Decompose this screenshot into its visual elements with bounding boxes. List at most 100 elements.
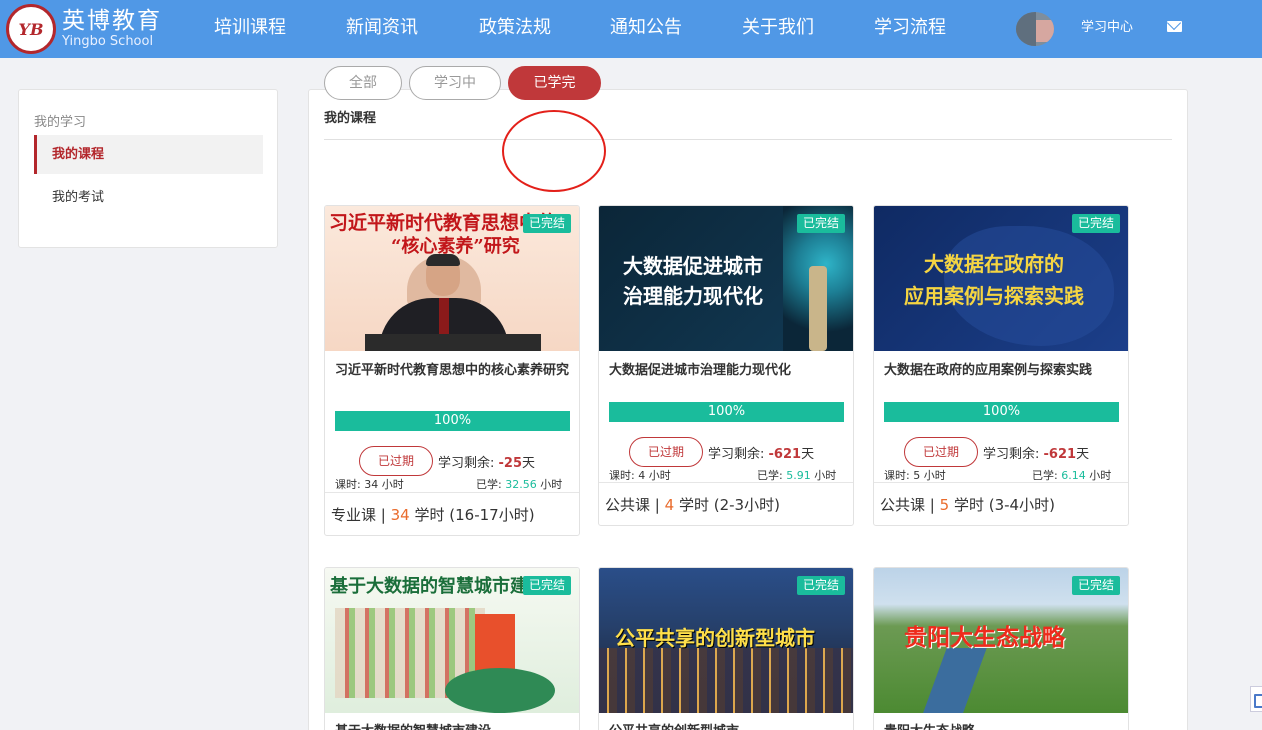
course-thumbnail[interactable]: 习近平新时代教育思想中的 “核心素养”研究 已完结	[325, 206, 579, 351]
tab-completed[interactable]: 已学完	[508, 66, 601, 100]
divider	[324, 139, 1172, 140]
status-badge: 已完结	[1071, 214, 1120, 233]
credit-label: 学时	[953, 496, 984, 514]
thumbnail-text: 大数据在政府的	[924, 252, 1064, 276]
learned-unit: 小时	[540, 478, 563, 491]
course-thumbnail[interactable]: 基于大数据的智慧城市建设 已完结	[325, 568, 579, 713]
thumbnail-text: 治理能力现代化	[623, 284, 763, 308]
course-hours: 课时: 34 小时	[335, 478, 404, 491]
progress-bar: 100%	[884, 402, 1119, 422]
learned-hours: 已学: 6.14 小时	[1032, 467, 1111, 483]
floating-widget-icon[interactable]	[1250, 686, 1262, 712]
status-badge: 已完结	[522, 214, 571, 233]
credit-hours: 34	[390, 506, 410, 524]
thumbnail-text: “核心素养”研究	[391, 236, 520, 257]
learned-label: 已学:	[476, 478, 502, 491]
course-footer: 公共课 | 5 学时 (3-4小时)	[874, 482, 1128, 525]
course-thumbnail[interactable]: 大数据促进城市 治理能力现代化 已完结	[599, 206, 853, 351]
course-title[interactable]: 大数据促进城市治理能力现代化	[609, 361, 843, 381]
remaining-days: 学习剩余: -621天	[708, 443, 814, 462]
podium	[365, 334, 541, 351]
credit-label: 学时	[414, 506, 445, 524]
course-thumbnail[interactable]: 公平共享的创新型城市 已完结	[599, 568, 853, 713]
remaining-days: 学习剩余: -621天	[983, 443, 1089, 462]
status-badge: 已完结	[522, 576, 571, 595]
nav-policies[interactable]: 政策法规	[479, 0, 551, 58]
course-card[interactable]: 基于大数据的智慧城市建设 已完结 基于大数据的智慧城市建设	[324, 567, 580, 730]
status-badge: 已完结	[796, 214, 845, 233]
expired-button[interactable]: 已过期	[629, 437, 703, 467]
learned-value: 32.56	[505, 478, 537, 491]
learned-value: 6.14	[1061, 469, 1086, 482]
thumbnail-text: 大数据促进城市	[623, 254, 763, 278]
remaining-label: 学习剩余:	[983, 447, 1040, 462]
course-card[interactable]: 大数据在政府的 应用案例与探索实践 已完结 大数据在政府的应用案例与探索实践 1…	[873, 205, 1129, 526]
page-title: 我的课程	[324, 111, 377, 126]
course-type: 公共课	[880, 496, 926, 514]
course-title[interactable]: 贵阳大生态战略	[884, 722, 1118, 730]
course-hours: 课时: 4 小时	[609, 469, 671, 482]
course-footer: 专业课 | 34 学时 (16-17小时)	[325, 492, 579, 535]
course-duration: (3-4小时)	[988, 496, 1055, 514]
speaker-tie	[439, 298, 449, 338]
course-card[interactable]: 贵阳大生态战略 已完结 贵阳大生态战略	[873, 567, 1129, 730]
learned-value: 5.91	[786, 469, 811, 482]
learned-unit: 小时	[1089, 469, 1112, 482]
logo[interactable]: YB 英博教育 Yingbo School	[6, 4, 162, 54]
remaining-label: 学习剩余:	[708, 447, 765, 462]
thumbnail-text: 基于大数据的智慧城市建设	[330, 576, 546, 597]
course-card[interactable]: 公平共享的创新型城市 已完结 公平共享的创新型城市	[598, 567, 854, 730]
study-center-link[interactable]: 学习中心	[1081, 0, 1133, 56]
tab-in-progress[interactable]: 学习中	[409, 66, 501, 100]
course-card[interactable]: 大数据促进城市 治理能力现代化 已完结 大数据促进城市治理能力现代化 100% …	[598, 205, 854, 526]
learned-hours: 已学: 5.91 小时	[757, 467, 836, 483]
expired-button[interactable]: 已过期	[359, 446, 433, 476]
course-title[interactable]: 公平共享的创新型城市	[609, 722, 843, 730]
remaining-days: 学习剩余: -25天	[438, 452, 535, 471]
expired-button[interactable]: 已过期	[904, 437, 978, 467]
course-duration: (16-17小时)	[449, 506, 535, 524]
speaker-hair	[426, 254, 460, 266]
thumbnail-text: 公平共享的创新型城市	[615, 626, 815, 650]
nav-notices[interactable]: 通知公告	[610, 0, 682, 58]
course-title[interactable]: 基于大数据的智慧城市建设	[335, 722, 569, 730]
sidebar-item-my-exams[interactable]: 我的考试	[52, 186, 104, 205]
credit-label: 学时	[678, 496, 709, 514]
course-hours: 课时: 5 小时	[884, 469, 946, 482]
thumbnail-text: 应用案例与探索实践	[904, 284, 1084, 308]
course-thumbnail[interactable]: 贵阳大生态战略 已完结	[874, 568, 1128, 713]
nav-study-process[interactable]: 学习流程	[874, 0, 946, 58]
course-type: 公共课	[605, 496, 651, 514]
course-duration: (2-3小时)	[713, 496, 780, 514]
status-badge: 已完结	[796, 576, 845, 595]
course-title[interactable]: 习近平新时代教育思想中的核心素养研究	[335, 361, 569, 381]
credit-hours: 4	[664, 496, 675, 514]
remaining-label: 学习剩余:	[438, 456, 495, 471]
status-badge: 已完结	[1071, 576, 1120, 595]
mail-icon[interactable]	[1167, 21, 1182, 32]
credit-hours: 5	[939, 496, 950, 514]
top-navbar: YB 英博教育 Yingbo School 培训课程 新闻资讯 政策法规 通知公…	[0, 0, 1262, 58]
nav-news[interactable]: 新闻资讯	[346, 0, 418, 58]
city-lights	[599, 648, 853, 713]
course-thumbnail[interactable]: 大数据在政府的 应用案例与探索实践 已完结	[874, 206, 1128, 351]
tab-all[interactable]: 全部	[324, 66, 402, 100]
user-avatar[interactable]	[1016, 12, 1054, 46]
remaining-value: -25	[498, 456, 523, 471]
sidebar-item-my-courses[interactable]: 我的课程	[34, 135, 263, 174]
course-card[interactable]: 习近平新时代教育思想中的 “核心素养”研究 已完结 习近平新时代教育思想中的核心…	[324, 205, 580, 536]
course-footer: 公共课 | 4 学时 (2-3小时)	[599, 482, 853, 525]
highlight-ring	[502, 110, 606, 192]
nav-about[interactable]: 关于我们	[742, 0, 814, 58]
thumbnail-text: 贵阳大生态战略	[904, 624, 1065, 651]
learned-label: 已学:	[757, 469, 783, 482]
remaining-unit: 天	[801, 447, 815, 462]
course-title[interactable]: 大数据在政府的应用案例与探索实践	[884, 361, 1118, 381]
logo-cn: 英博教育	[62, 8, 162, 34]
logo-text: 英博教育 Yingbo School	[62, 8, 162, 50]
logo-en: Yingbo School	[62, 34, 154, 49]
learned-label: 已学:	[1032, 469, 1058, 482]
nav-training-courses[interactable]: 培训课程	[214, 0, 286, 58]
remaining-value: -621	[1043, 447, 1077, 462]
stadium-graphic	[445, 668, 555, 713]
